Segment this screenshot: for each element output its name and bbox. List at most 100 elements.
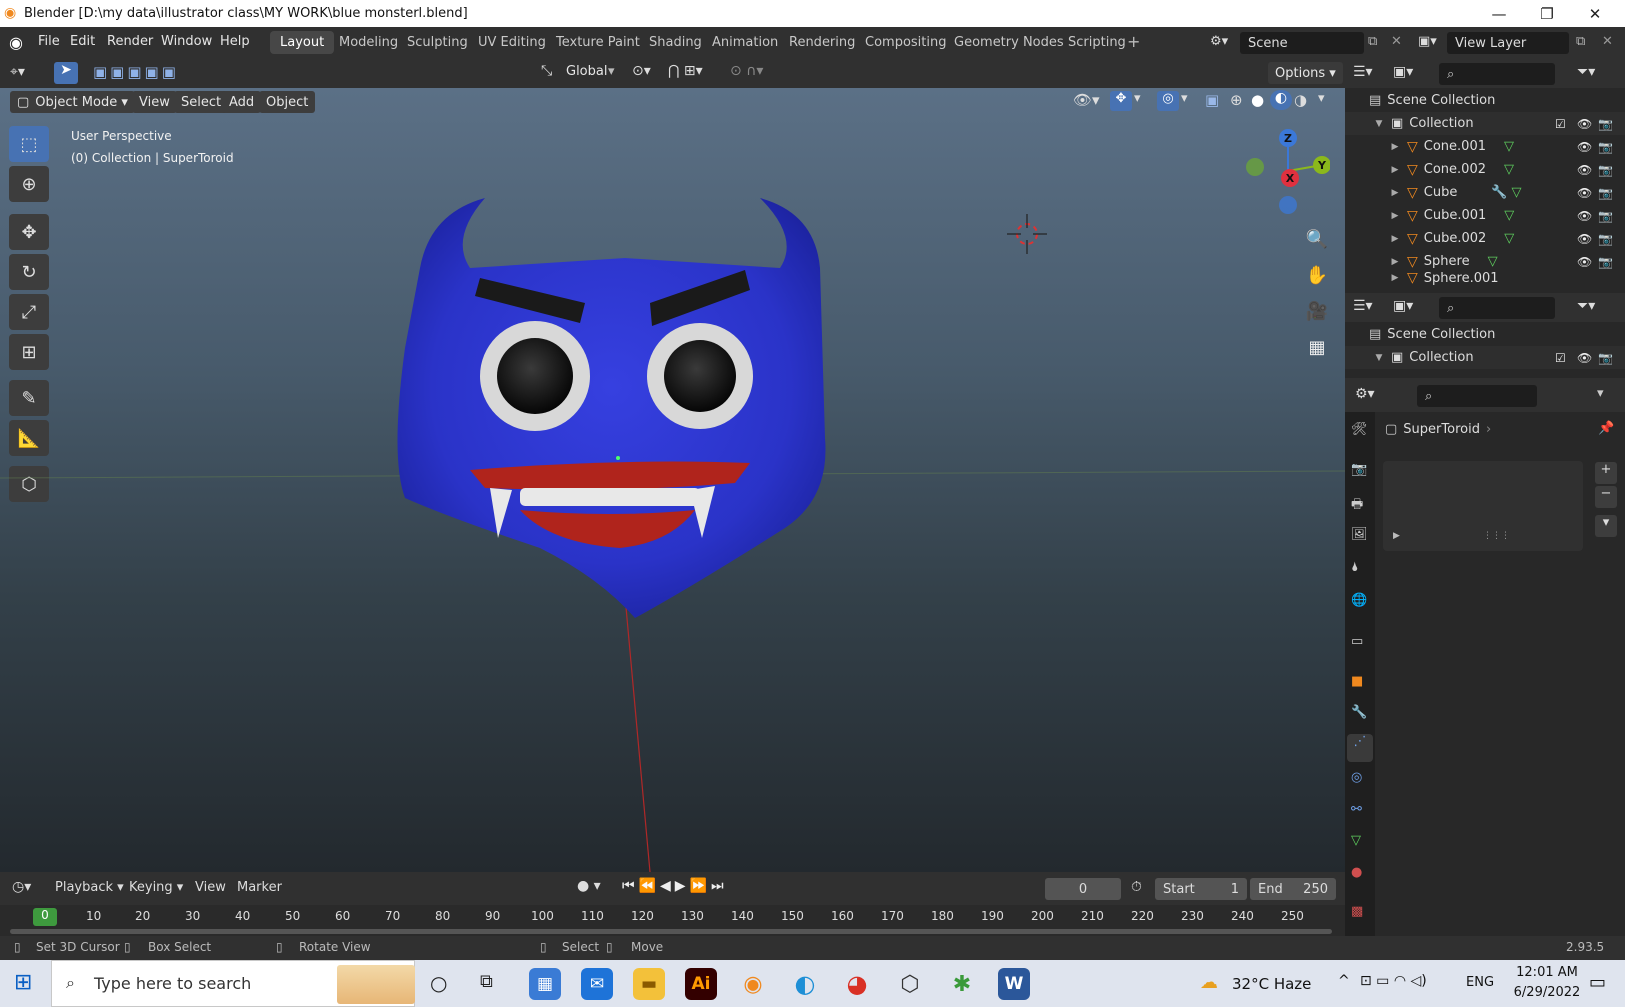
snap-icon[interactable]: ⋂ ⊞▾ (668, 63, 703, 79)
menu-help[interactable]: Help (212, 34, 258, 49)
particles-tab-icon[interactable]: ⋰ (1347, 734, 1373, 762)
tab-sculpting[interactable]: Sculpting (397, 31, 478, 54)
blender-menu-icon[interactable]: ◉ (9, 33, 23, 52)
add-slot-icon[interactable]: + (1595, 462, 1617, 484)
file-explorer-icon[interactable]: ▬ (633, 968, 665, 1000)
clock-time[interactable]: 12:01 AM (1512, 965, 1582, 980)
scene-field[interactable]: Scene (1240, 32, 1364, 54)
pivot-point-icon[interactable]: ⊙▾ (632, 63, 651, 79)
eye-icon[interactable]: 👁 (1577, 117, 1592, 131)
menu-window[interactable]: Window (153, 34, 220, 49)
outliner-object-row[interactable]: ▶ ▽ Cone.002 ▽ 👁 📷 (1345, 158, 1625, 181)
editor-type-icon[interactable]: ⌖▾ (10, 64, 25, 80)
view-layer-selector-icon[interactable]: ▣▾ (1418, 34, 1437, 49)
start-frame-field[interactable]: Start 1 (1155, 878, 1247, 900)
outliner-object-row[interactable]: ▶ ▽ Cube.002 ▽ 👁 📷 (1345, 227, 1625, 250)
data-tab-icon[interactable]: ▽ (1351, 833, 1361, 848)
playhead[interactable]: 0 (33, 908, 57, 926)
outliner-collection[interactable]: ▼ ▣ Collection ☑ 👁 📷 (1345, 112, 1625, 135)
select-tool-icon[interactable]: ➤ (54, 62, 78, 84)
edge-icon[interactable]: ◐ (789, 968, 821, 1000)
chevron-down-icon[interactable]: ▾ (1595, 515, 1617, 537)
options-dropdown[interactable]: Options ▾ (1268, 62, 1343, 84)
marker-menu[interactable]: Marker (237, 880, 282, 895)
app-icon[interactable]: ✱ (946, 968, 978, 1000)
weather-text[interactable]: 32°C Haze (1232, 975, 1311, 993)
tab-texture-paint[interactable]: Texture Paint (546, 31, 650, 54)
language-indicator[interactable]: ENG (1466, 975, 1494, 990)
close-icon[interactable]: ✕ (1571, 0, 1619, 27)
3d-viewport[interactable]: ▢ Object Mode ▾ View Select Add Object 👁▾… (0, 88, 1345, 872)
timeline-view-menu[interactable]: View (195, 880, 226, 895)
physics-tab-icon[interactable]: ◎ (1351, 770, 1362, 785)
outliner-editor-icon[interactable]: ☰▾ (1353, 64, 1373, 80)
delete-scene-icon[interactable]: ✕ (1391, 34, 1402, 49)
texture-tab-icon[interactable]: ▩ (1351, 904, 1363, 919)
stopwatch-icon[interactable]: ⏱ (1131, 879, 1142, 895)
tab-layout[interactable]: Layout (270, 31, 335, 54)
tab-scripting[interactable]: Scripting (1058, 31, 1136, 54)
display-mode-icon[interactable]: ▣▾ (1393, 64, 1413, 80)
constraints-tab-icon[interactable]: ⚯ (1351, 802, 1362, 817)
render-tab-icon[interactable]: 📷 (1351, 462, 1367, 477)
keying-menu[interactable]: Keying ▾ (129, 880, 183, 895)
zoom-icon[interactable]: 🔍 (1301, 223, 1333, 255)
properties-search-input[interactable]: ⌕ (1417, 385, 1537, 407)
expand-icon[interactable]: ▼ (1373, 119, 1385, 129)
tab-compositing[interactable]: Compositing (855, 31, 957, 54)
chrome-icon[interactable]: ◕ (841, 968, 873, 1000)
current-frame-field[interactable]: 0 (1045, 878, 1121, 900)
delete-view-layer-icon[interactable]: ✕ (1602, 34, 1613, 49)
view-layer-field[interactable]: View Layer (1447, 32, 1569, 54)
word-icon[interactable]: W (998, 968, 1030, 1000)
world-tab-icon[interactable]: 🌐 (1351, 593, 1367, 608)
cortana-icon[interactable]: ○ (430, 971, 447, 995)
remove-slot-icon[interactable]: − (1595, 486, 1617, 508)
store-icon[interactable]: ▦ (529, 968, 561, 1000)
scene-tab-icon[interactable]: 🌢 (1351, 560, 1359, 575)
outliner-editor-icon[interactable]: ☰▾ (1353, 298, 1373, 314)
object-tab-icon[interactable]: ■ (1351, 674, 1363, 689)
timeline-ruler[interactable]: 0 10 20 30 40 50 60 70 80 90 100 110 120… (0, 905, 1345, 936)
tab-rendering[interactable]: Rendering (779, 31, 865, 54)
filter-icon[interactable]: ⏷▾ (1577, 64, 1595, 80)
scene-selector-icon[interactable]: ⚙▾ (1210, 34, 1228, 49)
new-scene-icon[interactable]: ⧉ (1368, 34, 1377, 49)
tab-uv-editing[interactable]: UV Editing (468, 31, 556, 54)
tab-geometry-nodes[interactable]: Geometry Nodes (944, 31, 1074, 54)
timeline-editor-icon[interactable]: ◷▾ (12, 879, 31, 895)
outliner2-scene-collection[interactable]: ▤ Scene Collection (1345, 323, 1625, 346)
new-view-layer-icon[interactable]: ⧉ (1576, 34, 1585, 49)
restore-icon[interactable]: ❐ (1523, 0, 1571, 27)
menu-render[interactable]: Render (99, 34, 161, 49)
collection-tab-icon[interactable]: ▭ (1351, 634, 1363, 649)
taskbar-search-input[interactable]: ⌕ Type here to search (51, 960, 415, 1007)
properties-editor-icon[interactable]: ⚙▾ (1355, 386, 1375, 402)
checkbox-icon[interactable]: ☑ (1555, 117, 1566, 131)
particle-systems-list[interactable]: ▶ ⋮⋮⋮ (1383, 461, 1583, 551)
camera-icon[interactable]: 📷 (1598, 117, 1613, 131)
tab-animation[interactable]: Animation (702, 31, 788, 54)
material-tab-icon[interactable]: ● (1351, 865, 1362, 880)
tray-icons[interactable]: ⊡ ▭ ◠ ◁) (1360, 973, 1427, 989)
chevron-down-icon[interactable]: ▾ (1597, 386, 1604, 401)
outliner-object-row[interactable]: ▶ ▽ Cube 🔧 ▽ 👁 📷 (1345, 181, 1625, 204)
add-workspace-icon[interactable]: + (1127, 32, 1140, 51)
outliner-scene-collection[interactable]: ▤ Scene Collection (1345, 89, 1625, 112)
blender-taskbar-icon[interactable]: ◉ (737, 968, 769, 1000)
outliner-search-input[interactable]: ⌕ (1439, 63, 1555, 85)
modifier-tab-icon[interactable]: 🔧 (1351, 705, 1367, 720)
toggle-ortho-icon[interactable]: ▦ (1301, 331, 1333, 363)
auto-keying-icon[interactable]: ● ▾ (577, 878, 601, 894)
outliner-object-row[interactable]: ▶ ▽ Sphere ▽ 👁 📷 (1345, 250, 1625, 273)
playback-controls[interactable]: ⏮⏪◀▶⏩⏭ (622, 878, 728, 894)
pin-icon[interactable]: 📌 (1598, 421, 1614, 436)
tray-chevron-icon[interactable]: ^ (1338, 973, 1350, 989)
unity-icon[interactable]: ⬡ (894, 968, 926, 1000)
tool-tab-icon[interactable]: 🛠 (1351, 422, 1368, 437)
proportional-edit-icon[interactable]: ⊙ ∩▾ (730, 63, 763, 79)
camera-view-icon[interactable]: 🎥 (1301, 295, 1333, 327)
pan-hand-icon[interactable]: ✋ (1301, 259, 1333, 291)
outliner-object-row[interactable]: ▶ ▽ Sphere.001 (1345, 271, 1625, 285)
output-tab-icon[interactable]: 🖶 (1351, 495, 1363, 517)
